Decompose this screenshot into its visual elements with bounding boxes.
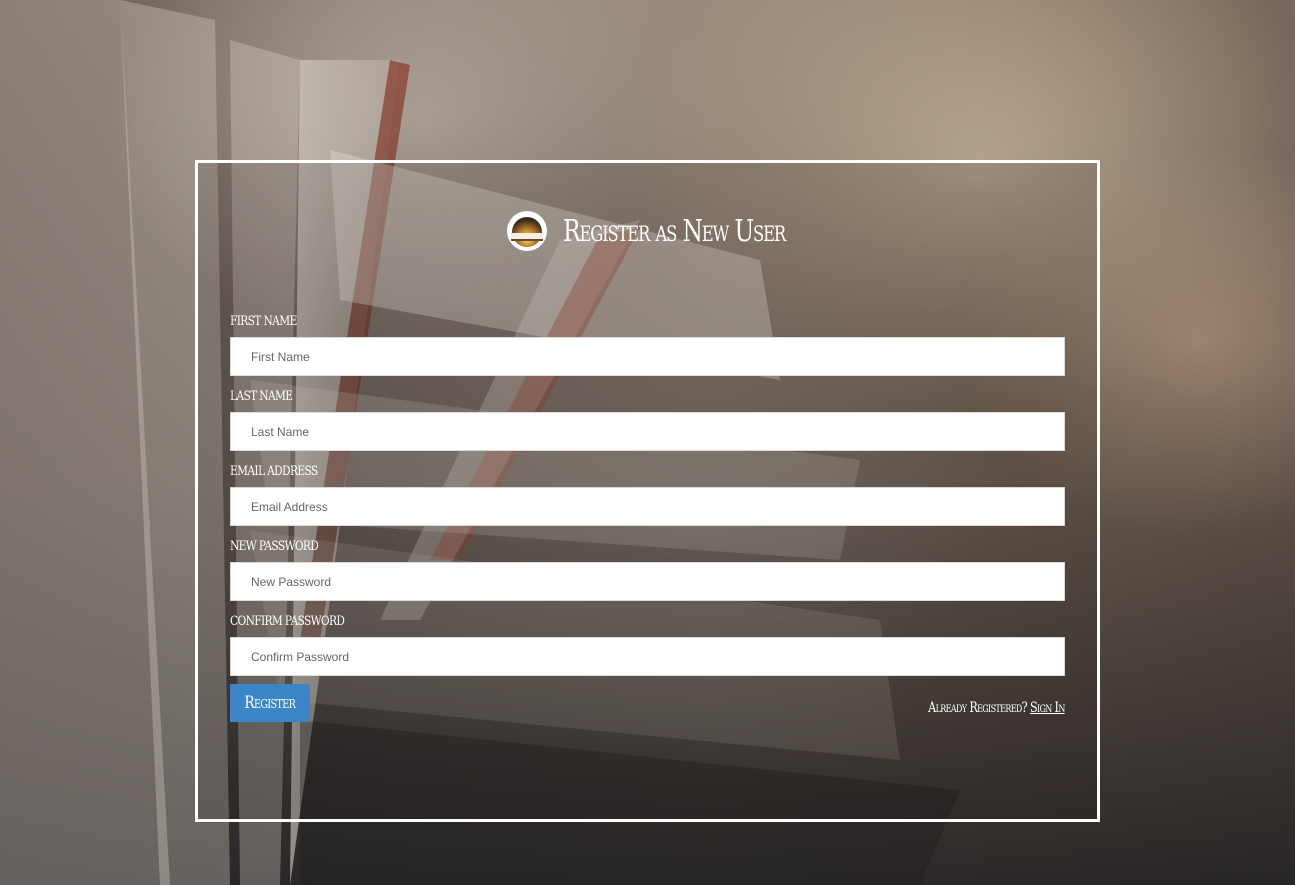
- last-name-input[interactable]: [230, 412, 1065, 451]
- logo-sun-dome: [512, 217, 543, 247]
- logo-book: [511, 233, 544, 241]
- sign-in-link[interactable]: Sign In: [1030, 700, 1065, 716]
- confirm-password-input[interactable]: [230, 637, 1065, 676]
- open-book-sunrise-icon: [507, 211, 548, 251]
- new-password-label: New Password: [230, 539, 319, 554]
- already-registered-text: Already Registered?: [928, 700, 1028, 716]
- register-button-label: Register: [244, 693, 296, 713]
- email-input[interactable]: [230, 487, 1065, 526]
- page-title: Register as New User: [563, 213, 786, 249]
- registration-form: First Name Last Name Email Address New P…: [230, 309, 1066, 724]
- confirm-password-label: Confirm Password: [230, 614, 345, 629]
- panel-header: Register as New User: [198, 211, 1097, 251]
- new-password-input[interactable]: [230, 562, 1065, 601]
- register-button[interactable]: Register: [230, 684, 310, 722]
- first-name-label: First Name: [230, 314, 297, 329]
- last-name-label: Last Name: [230, 389, 293, 404]
- sign-in-prompt: Already Registered? Sign In: [928, 700, 1065, 716]
- form-actions: Register Already Registered? Sign In: [230, 684, 1066, 724]
- first-name-input[interactable]: [230, 337, 1065, 376]
- email-label: Email Address: [230, 464, 318, 479]
- register-panel: Register as New User First Name Last Nam…: [195, 160, 1100, 822]
